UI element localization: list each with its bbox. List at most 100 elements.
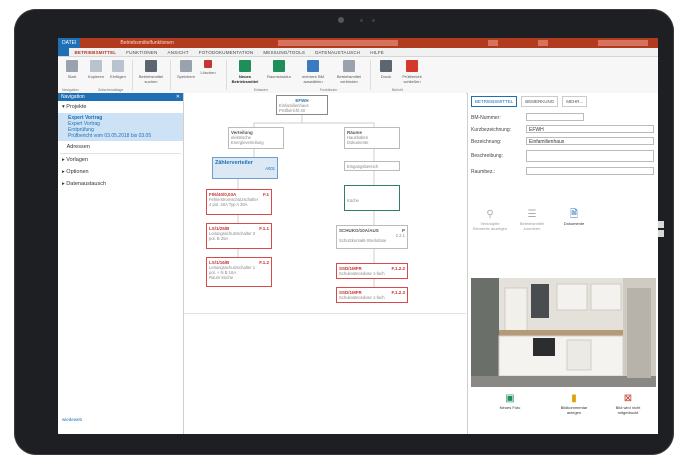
file-tab[interactable]: DATEI bbox=[58, 38, 81, 48]
kitchen-photo bbox=[471, 278, 656, 387]
tab-messung-tools[interactable]: MESSUNG/TOOLS bbox=[258, 50, 310, 55]
bm-number-label: BM-Nummer: bbox=[471, 115, 501, 121]
project-list: Expert Vortrag Expert Vortrag Erstprüfun… bbox=[58, 113, 183, 141]
documents-button[interactable]: 🗎 Dokumente bbox=[556, 209, 592, 226]
nav-item-adressen[interactable]: Adressen bbox=[58, 141, 183, 153]
screen: DATEI Betriebsmittelfunktionen BETRIEBSM… bbox=[58, 38, 658, 434]
nav-item-vorlagen[interactable]: ▸ Vorlagen bbox=[58, 154, 183, 166]
tab-ansicht[interactable]: ANSICHT bbox=[163, 50, 194, 55]
distribution-node[interactable]: Verteilung elektrische Energieverteilung bbox=[228, 127, 284, 149]
context-title: Betriebsmittelfunktionen bbox=[120, 40, 174, 46]
sensor-dot bbox=[372, 19, 375, 22]
title-widget bbox=[538, 40, 548, 46]
save-icon bbox=[180, 60, 192, 72]
description-field[interactable] bbox=[526, 150, 654, 162]
document-icon: 🗎 bbox=[569, 209, 579, 220]
root-equipment-node[interactable]: EFWH Einfamilienhaus Prüfbericht 40 bbox=[276, 95, 328, 115]
connect-equipment-button[interactable]: Betriebsmittel verbinden bbox=[332, 60, 366, 84]
socket-node[interactable]: SCHUKO/10A/AUS P 2.2.1 Schutzkontakt-Ste… bbox=[336, 225, 408, 249]
paste-icon bbox=[112, 60, 124, 72]
tablet-frame: DATEI Betriebsmittelfunktionen BETRIEBSM… bbox=[14, 9, 674, 455]
link-icon: ⚲ bbox=[486, 209, 494, 220]
new-document-icon bbox=[239, 60, 251, 72]
new-photo-button[interactable]: ▣ Neues Foto bbox=[490, 393, 530, 410]
nav-item-datenaustausch[interactable]: ▸ Datenaustausch bbox=[58, 178, 183, 190]
properties-panel: BETRIEBSMITTEL BEMERKUNG MEHR... BM-Numm… bbox=[467, 93, 658, 434]
copy-button[interactable]: Kopieren bbox=[84, 60, 108, 79]
navigation-pane: Navigation ✕ ▾ Projekte Expert Vortrag E… bbox=[58, 93, 184, 434]
nav-item-projekte[interactable]: ▾ Projekte bbox=[58, 101, 183, 113]
close-report-button[interactable]: Prüfbericht schließen bbox=[398, 60, 426, 84]
tab-funktionen[interactable]: FUNKTIONEN bbox=[121, 50, 162, 55]
title-bar: DATEI Betriebsmittelfunktionen bbox=[58, 38, 658, 48]
copy-icon bbox=[90, 60, 102, 72]
group-capture: Erfassen bbox=[254, 88, 268, 92]
paste-button[interactable]: Einfügen bbox=[106, 60, 130, 79]
nav-item-optionen[interactable]: ▸ Optionen bbox=[58, 166, 183, 178]
designation-field[interactable]: Einfamilienhaus bbox=[526, 137, 654, 145]
camera-icon bbox=[338, 17, 344, 23]
tab-betriebsmittel-props[interactable]: BETRIEBSMITTEL bbox=[471, 96, 518, 107]
ribbon-tabs: BETRIEBSMITTEL FUNKTIONEN ANSICHT FOTODO… bbox=[58, 48, 658, 57]
search-equipment-button[interactable]: Betriebsmittel suchen bbox=[136, 60, 166, 84]
short-name-field[interactable]: EFWH bbox=[526, 125, 654, 133]
group-clipboard: Zwischenablage bbox=[98, 88, 124, 92]
room-field[interactable] bbox=[526, 167, 654, 175]
print-button[interactable]: Druck bbox=[374, 60, 398, 79]
camera-icon: ▣ bbox=[505, 393, 515, 404]
equipment-diagram: EFWH Einfamilienhaus Prüfbericht 40 Vert… bbox=[184, 93, 466, 313]
linked-elements-button[interactable]: ⚲ Verknüpfte Elemente anzeigen bbox=[472, 209, 508, 231]
entrance-room-node[interactable]: Eingangsbereich bbox=[344, 161, 400, 171]
meter-distributor-node[interactable]: Zählerverteiler A001 bbox=[212, 157, 278, 179]
rooms-node[interactable]: Räume Haushalten Dokumente bbox=[344, 127, 400, 149]
tab-datenaustausch[interactable]: DATENAUSTAUSCH bbox=[310, 50, 365, 55]
title-widget bbox=[488, 40, 498, 46]
start-button[interactable]: Start bbox=[60, 60, 84, 79]
group-navigation: Navigation bbox=[62, 88, 79, 92]
binoculars-icon bbox=[145, 60, 157, 72]
description-label: Beschreibung: bbox=[471, 153, 503, 159]
bm-number-field[interactable] bbox=[526, 113, 584, 121]
folder-icon: ▮ bbox=[571, 393, 577, 404]
breaker-node[interactable]: LS/1/25/B F.1.1 Leitungsschutzschalter 3… bbox=[206, 223, 272, 249]
outlet-node[interactable]: SSD/1MFR F.1.2.3 Schukosteckdose 1-fach bbox=[336, 287, 408, 303]
new-equipment-button[interactable]: Neues Betriebsmittel bbox=[230, 60, 260, 84]
sensor-dot bbox=[360, 19, 363, 22]
room-label: Raumbez.: bbox=[471, 169, 496, 175]
exclude-from-print-button[interactable]: ⊠ Bild wird nicht mitgedruckt bbox=[608, 393, 648, 415]
group-report: Bericht bbox=[392, 88, 403, 92]
close-icon[interactable]: ✕ bbox=[176, 93, 180, 101]
assign-equipment-button[interactable]: ☰ Betriebsmittel zuordnen bbox=[514, 209, 550, 231]
project-entry[interactable]: Prüfbericht vom 03.05.2018 bis 03.05 bbox=[68, 133, 173, 139]
window-controls[interactable] bbox=[598, 40, 648, 46]
add-image-comment-button[interactable]: ▮ Bildkommentar anlegen bbox=[554, 393, 594, 415]
print-icon bbox=[380, 60, 392, 72]
list-icon: ☰ bbox=[527, 209, 537, 220]
rcd-node[interactable]: FI/6/40/0,03A F.1 Fehlerstromschutzschal… bbox=[206, 189, 272, 215]
tab-bemerkung[interactable]: BEMERKUNG bbox=[521, 96, 559, 107]
tab-betriebsmittel[interactable]: BETRIEBSMITTEL bbox=[69, 50, 121, 55]
tab-fotodokumentation[interactable]: FOTODOKUMENTATION bbox=[194, 50, 259, 55]
delete-button[interactable]: Löschen bbox=[196, 60, 220, 75]
breaker-node[interactable]: LS/1/16/B F.1.2 Leitungsschutzschalter 1… bbox=[206, 257, 272, 287]
kitchen-room-node[interactable]: Küche bbox=[344, 185, 400, 211]
save-button[interactable]: Speichern bbox=[174, 60, 198, 79]
tab-datei[interactable] bbox=[58, 48, 70, 56]
window-title-field bbox=[278, 40, 398, 46]
tab-mehr[interactable]: MEHR... bbox=[562, 96, 588, 107]
tab-hilfe[interactable]: HILFE bbox=[365, 50, 389, 55]
outlet-node[interactable]: SSD/1MFR F.1.2.2 Schukosteckdose 1-fach bbox=[336, 263, 408, 279]
group-functions: Funktionen bbox=[320, 88, 338, 92]
kitchen-photo-drawing bbox=[471, 278, 656, 387]
home-icon bbox=[66, 60, 78, 72]
properties-tabs: BETRIEBSMITTEL BEMERKUNG MEHR... bbox=[468, 93, 658, 110]
list-icon bbox=[307, 60, 319, 72]
room-structure-button[interactable]: Raumstruktur bbox=[264, 60, 294, 79]
nav-title: Navigation bbox=[61, 94, 85, 100]
designation-label: Bezeichnung: bbox=[471, 139, 502, 145]
link-icon bbox=[343, 60, 355, 72]
short-name-label: Kurzbezeichnung: bbox=[471, 127, 512, 133]
select-multiple-button[interactable]: mehrere BM auswählen bbox=[298, 60, 328, 84]
house-icon bbox=[273, 60, 285, 72]
nav-header: Navigation ✕ bbox=[58, 93, 183, 101]
